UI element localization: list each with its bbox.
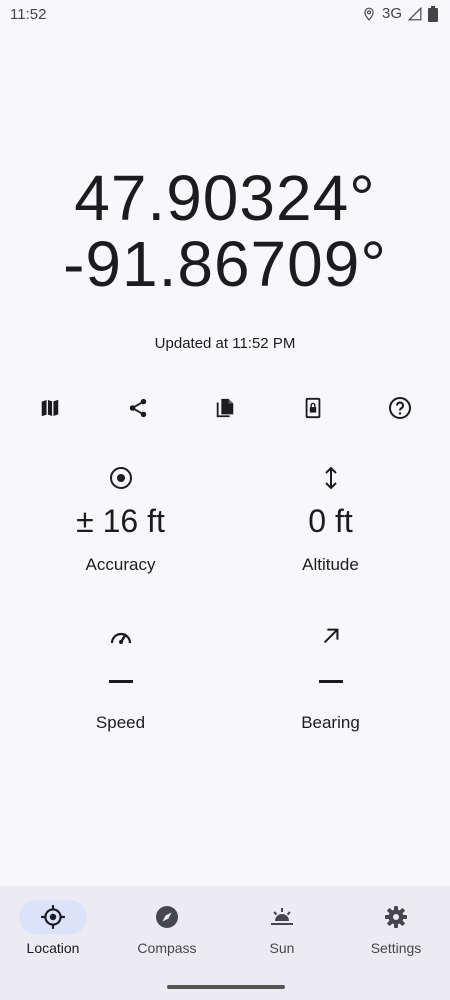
speed-label: Speed [95,713,146,732]
share-icon [129,398,146,418]
altitude-value: 0 ft [308,503,353,539]
sunrise-icon [271,908,293,925]
battery-icon [428,5,438,22]
crosshair-icon [41,905,65,929]
vertical-arrows-icon [218,465,443,491]
bottom-navigation: Location Compass Sun Settings [0,886,450,1000]
map-button[interactable] [28,388,72,428]
nav-label-compass: Compass [137,940,197,956]
copy-button[interactable] [203,388,247,428]
nav-item-location[interactable]: Location [0,900,109,956]
speed-dash [108,680,133,684]
action-toolbar [28,388,422,428]
help-button[interactable] [378,388,422,428]
nav-active-indicator [19,900,87,934]
speed-stat: Speed [8,623,233,733]
latitude-value: 47.90324° [74,162,376,234]
nav-item-compass[interactable]: Compass [111,900,223,956]
map-icon [41,399,59,417]
coordinates: 47.90324° -91.86709° [0,165,450,297]
longitude-value: -91.86709° [63,228,387,300]
speedometer-icon [8,623,233,649]
updated-time: Updated at 11:52 PM [154,335,296,352]
nav-label-settings: Settings [370,940,422,956]
bearing-label: Bearing [301,713,360,732]
nav-item-sun[interactable]: Sun [226,900,338,956]
compass-icon [156,906,178,928]
share-button[interactable] [116,388,160,428]
network-type: 3G [381,5,402,22]
nav-item-settings[interactable]: Settings [340,900,450,956]
nav-label-sun: Sun [269,940,295,956]
home-indicator[interactable] [167,985,285,989]
status-bar: 11:52 3G [0,0,450,28]
bearing-dash [318,680,343,684]
copy-icon [216,398,234,418]
target-icon [8,465,233,491]
signal-icon [408,6,422,21]
bearing-value [218,659,443,699]
status-time: 11:52 [10,6,47,23]
location-icon [362,6,376,22]
help-icon [389,397,411,419]
arrow-up-right-icon [218,623,443,649]
accuracy-label: Accuracy [85,555,156,574]
nav-label-location: Location [26,940,80,956]
altitude-label: Altitude [302,555,359,574]
accuracy-value: ± 16 ft [76,503,165,539]
gear-icon [385,906,407,928]
status-icons: 3G [362,5,438,22]
bearing-stat: Bearing [218,623,443,733]
accuracy-stat: ± 16 ft Accuracy [8,465,233,575]
speed-value [8,659,233,699]
altitude-stat: 0 ft Altitude [218,465,443,575]
lock-screen-button[interactable] [291,388,335,428]
lock-screen-icon [305,397,320,419]
